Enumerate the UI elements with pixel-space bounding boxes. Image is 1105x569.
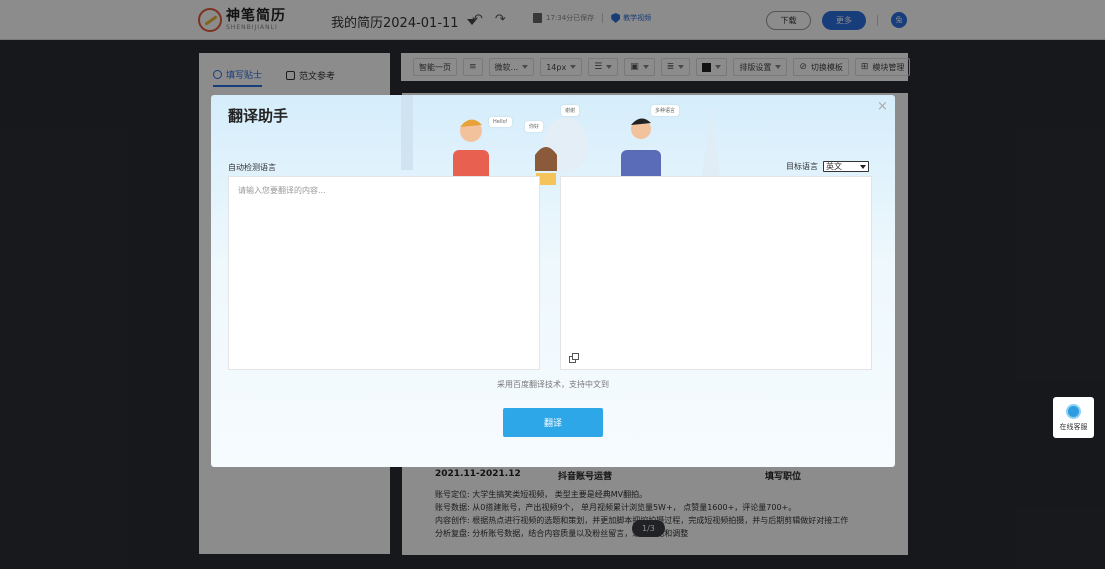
translate-dialog: Hello! 你好 谢谢 多种语言 翻译助手 × 自动检测语言 目标语言 英文 … <box>211 95 895 467</box>
chevron-down-icon <box>860 164 866 169</box>
customer-service-icon <box>1066 403 1081 419</box>
person-hair <box>460 119 482 127</box>
copy-icon[interactable] <box>569 353 579 363</box>
source-language-label: 自动检测语言 <box>228 163 276 172</box>
person-head <box>631 119 651 139</box>
speech-bubble: Hello! <box>489 117 512 127</box>
dome-shape <box>544 117 588 173</box>
person-head <box>460 120 482 142</box>
target-language-area: 目标语言 英文 <box>786 161 869 172</box>
speech-bubble: 多种语言 <box>651 105 680 116</box>
translate-button[interactable]: 翻译 <box>503 408 603 437</box>
speech-bubble: 谢谢 <box>561 105 580 116</box>
online-service-label: 在线客服 <box>1059 422 1088 431</box>
online-service-button[interactable]: 在线客服 <box>1053 397 1094 438</box>
speech-bubble: 你好 <box>525 121 544 132</box>
tower-shape <box>701 105 721 185</box>
target-language-label: 目标语言 <box>786 162 818 171</box>
person-hair <box>535 147 557 171</box>
tower-shape <box>401 95 413 170</box>
person-head <box>537 148 555 166</box>
close-icon[interactable]: × <box>877 99 888 114</box>
source-text-input[interactable]: 请输入您要翻译的内容... <box>228 176 540 370</box>
translation-output[interactable] <box>560 176 872 370</box>
target-language-select[interactable]: 英文 <box>823 161 869 172</box>
dialog-title: 翻译助手 <box>228 107 289 125</box>
translation-note: 采用百度翻译技术，支持中文到 <box>497 380 609 389</box>
person-hair <box>631 118 651 125</box>
